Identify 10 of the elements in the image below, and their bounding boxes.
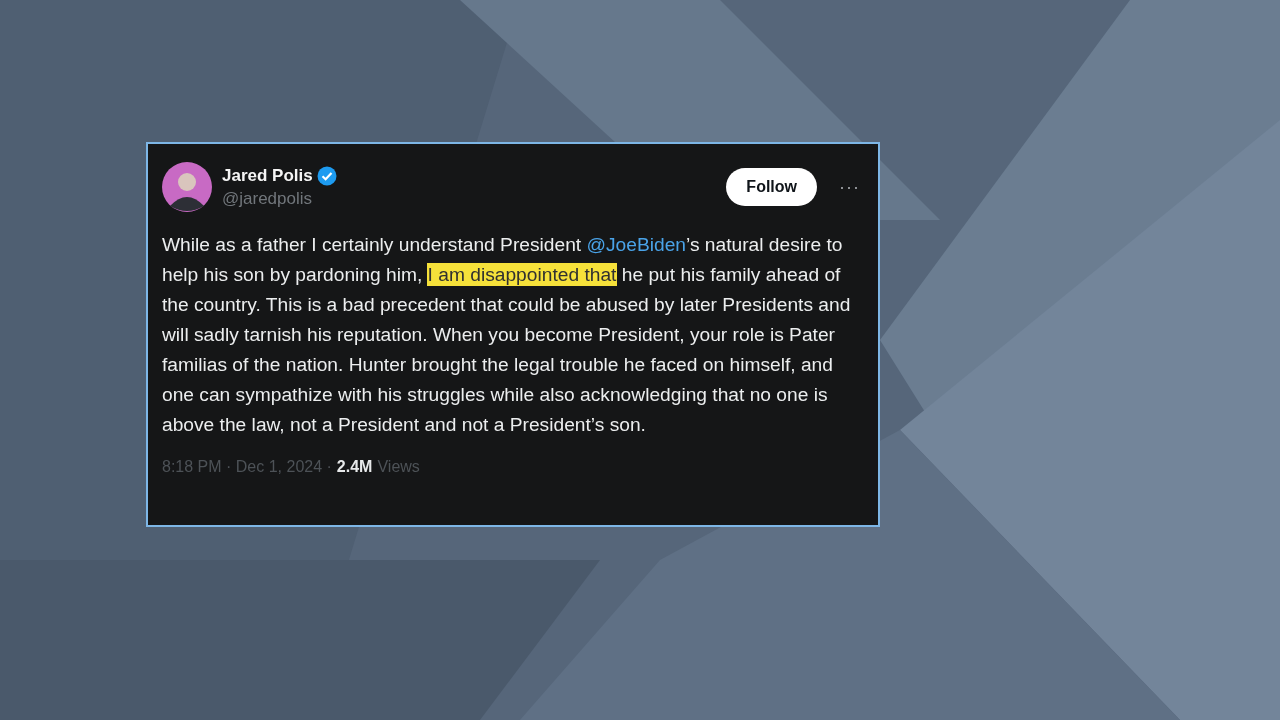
avatar-icon: [162, 162, 212, 212]
post-timestamp: 8:18 PM · Dec 1, 2024 ·: [162, 458, 332, 476]
author-name: Jared Polis: [222, 165, 313, 186]
follow-button[interactable]: Follow: [726, 168, 817, 206]
post-text: While as a father I certainly understand President @JoeBiden’s natural desire to help his son by pardoning him, I am disappointed that he put his family ahead of the country. This is a bad precedent that could be abused by later Presidents and will sadly tarnish his reputation. When you become President, your role is Pater familias of the nation. Hunter brought the legal trouble he faced on himself, and one can sympathize with his struggles while also acknowledging that no one is above the law, not a President and not a President’s son.: [162, 233, 852, 437]
views-label: Views: [377, 458, 420, 476]
mention-link[interactable]: @JoeBiden: [586, 234, 686, 255]
views-count: 2.4M: [336, 458, 373, 476]
author-handle: @jaredpolis: [222, 188, 314, 209]
more-options-icon[interactable]: ···: [839, 176, 860, 198]
